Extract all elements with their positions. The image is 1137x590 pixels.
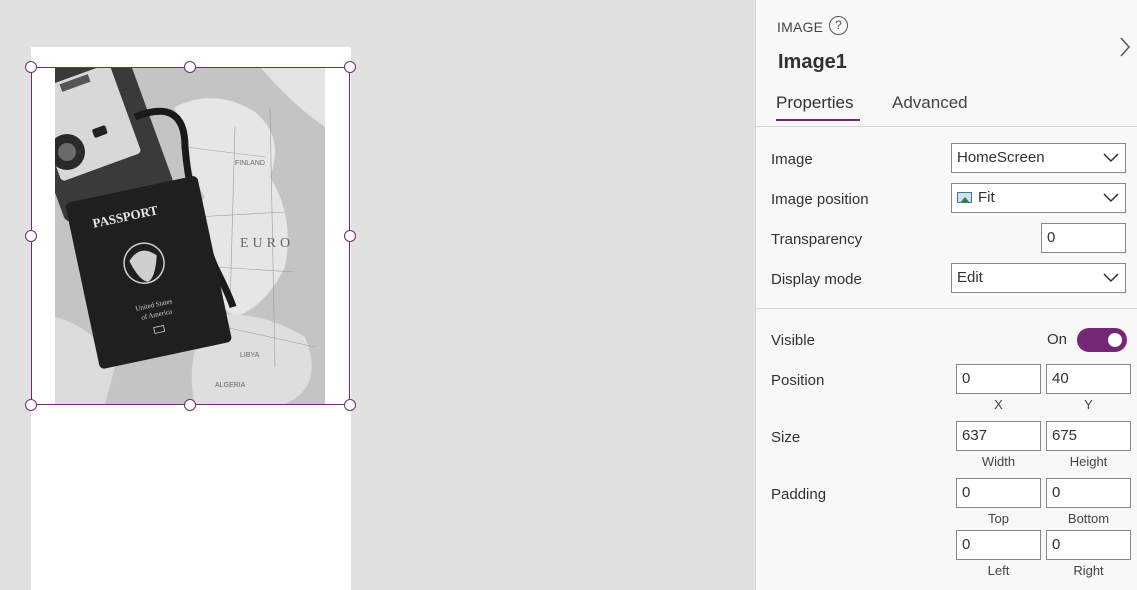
resize-handle-bottom[interactable] [184, 399, 196, 411]
size-height-caption: Height [1069, 454, 1108, 469]
active-tab-indicator [776, 119, 860, 121]
image-fit-icon [957, 192, 972, 203]
properties-pane: IMAGE ? Image1 Properties Advanced Image… [755, 0, 1137, 590]
visible-state-text: On [1047, 331, 1068, 348]
position-x-input[interactable]: 0 [956, 364, 1041, 394]
display-mode-label: Display mode [771, 271, 862, 288]
design-canvas[interactable]: EURO FINLAND LIBYA ALGERIA PASSPORT Unit… [0, 0, 755, 590]
tab-advanced[interactable]: Advanced [892, 93, 968, 113]
image-position-dropdown[interactable]: Fit [951, 183, 1126, 213]
control-type-label: IMAGE [777, 19, 824, 35]
tabs-divider [756, 126, 1137, 127]
padding-left-caption: Left [987, 563, 1010, 578]
chevron-down-icon [1103, 153, 1119, 163]
selection-frame [31, 67, 350, 405]
size-width-caption: Width [981, 454, 1016, 469]
position-label: Position [771, 372, 825, 389]
toggle-knob [1108, 333, 1122, 347]
chevron-right-icon[interactable] [1119, 36, 1131, 58]
visible-label: Visible [771, 332, 815, 349]
position-y-input[interactable]: 40 [1046, 364, 1131, 394]
image-position-label: Image position [771, 191, 869, 208]
padding-top-input[interactable]: 0 [956, 478, 1041, 508]
position-x-caption: X [994, 397, 1003, 412]
padding-right-caption: Right [1073, 563, 1104, 578]
resize-handle-left[interactable] [25, 230, 37, 242]
chevron-down-icon [1103, 273, 1119, 283]
resize-handle-top-left[interactable] [25, 61, 37, 73]
position-y-caption: Y [1084, 397, 1093, 412]
section-divider [756, 308, 1137, 309]
image-dropdown[interactable]: HomeScreen [951, 143, 1126, 173]
resize-handle-top-right[interactable] [344, 61, 356, 73]
transparency-input[interactable]: 0 [1041, 223, 1126, 253]
display-mode-dropdown[interactable]: Edit [951, 263, 1126, 293]
image-label: Image [771, 151, 813, 168]
size-width-input[interactable]: 637 [956, 421, 1041, 451]
size-height-input[interactable]: 675 [1046, 421, 1131, 451]
padding-left-input[interactable]: 0 [956, 530, 1041, 560]
chevron-down-icon [1103, 193, 1119, 203]
padding-top-caption: Top [988, 511, 1009, 526]
padding-right-input[interactable]: 0 [1046, 530, 1131, 560]
padding-bottom-input[interactable]: 0 [1046, 478, 1131, 508]
visible-toggle[interactable] [1077, 328, 1127, 352]
control-name[interactable]: Image1 [778, 51, 847, 74]
image-position-value: Fit [978, 189, 995, 206]
resize-handle-bottom-left[interactable] [25, 399, 37, 411]
display-mode-value: Edit [957, 269, 983, 286]
help-icon[interactable]: ? [829, 16, 848, 35]
padding-bottom-caption: Bottom [1067, 511, 1110, 526]
tab-properties[interactable]: Properties [776, 93, 853, 113]
image-dropdown-value: HomeScreen [957, 149, 1045, 166]
padding-label: Padding [771, 486, 827, 503]
resize-handle-bottom-right[interactable] [344, 399, 356, 411]
resize-handle-top[interactable] [184, 61, 196, 73]
transparency-label: Transparency [771, 231, 863, 248]
size-label: Size [771, 429, 801, 446]
resize-handle-right[interactable] [344, 230, 356, 242]
